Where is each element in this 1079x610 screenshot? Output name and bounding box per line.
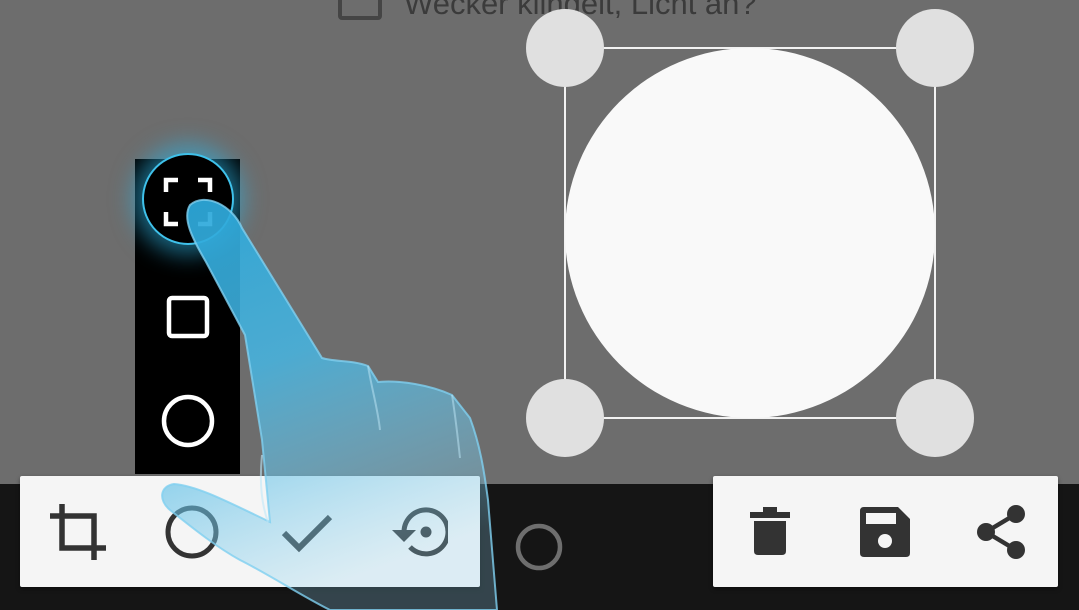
- check-icon: [281, 514, 333, 552]
- free-selection-icon: [163, 177, 212, 227]
- circle-icon: [161, 394, 214, 448]
- floating-circle-button[interactable]: [515, 523, 563, 571]
- right-toolbar: [713, 476, 1058, 587]
- square-shape-button[interactable]: [135, 267, 240, 367]
- delete-button[interactable]: [720, 476, 820, 587]
- circle-shape-button[interactable]: [135, 371, 240, 471]
- crop-icon: [50, 503, 106, 560]
- circle-shape-icon: [165, 505, 219, 558]
- square-icon: [166, 295, 209, 339]
- free-selection-button[interactable]: [135, 153, 240, 249]
- save-button[interactable]: [835, 476, 935, 587]
- shape-selector-panel: [135, 153, 240, 474]
- crop-handle-top-right[interactable]: [896, 9, 974, 87]
- confirm-button[interactable]: [257, 476, 357, 587]
- crop-handle-top-left[interactable]: [526, 9, 604, 87]
- crop-button[interactable]: [28, 476, 128, 587]
- save-icon: [860, 506, 910, 557]
- restore-icon: [392, 506, 448, 556]
- trash-icon: [750, 506, 790, 555]
- restore-button[interactable]: [369, 476, 469, 587]
- crop-handle-bottom-right[interactable]: [896, 379, 974, 457]
- left-toolbar: [20, 476, 480, 587]
- crop-handle-bottom-left[interactable]: [526, 379, 604, 457]
- circle-tool-button[interactable]: [142, 476, 242, 587]
- circle-outline-icon: [515, 523, 563, 571]
- share-button[interactable]: [951, 476, 1051, 587]
- share-icon: [977, 504, 1025, 559]
- selection-circle[interactable]: [565, 48, 935, 418]
